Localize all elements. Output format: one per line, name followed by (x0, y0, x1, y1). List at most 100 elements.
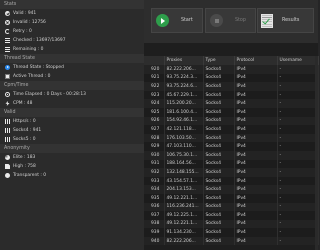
row-index: 925 (144, 107, 165, 117)
retry-stat: Retry : 0 (0, 27, 144, 36)
table-row[interactable]: 924 115.200.20... Socks4 IPv4- (144, 99, 319, 108)
username-cell: - (277, 236, 319, 246)
table-row[interactable]: 938 49.12.221.1... Socks4 IPv4- (144, 219, 319, 229)
username-cell: - (277, 99, 319, 108)
table-row[interactable]: 933 43.154.57.1... Socks4 IPv4- (144, 176, 319, 186)
table-row[interactable]: 928 176.103.50... Socks4 IPv4- (144, 133, 319, 143)
username-cell: - (277, 116, 319, 126)
username-cell: - (277, 65, 319, 74)
col-header-index[interactable] (144, 56, 165, 65)
table-row[interactable]: 935 49.12.221.1... Socks4 IPv4- (144, 193, 319, 203)
type-cell: Socks4 (203, 99, 235, 108)
toolbar: Start Stop Results (144, 0, 318, 43)
type-cell: Socks4 (203, 193, 235, 203)
proxy-cell: 176.103.50... (164, 133, 204, 143)
col-header-protocol[interactable]: Protocol (234, 56, 278, 65)
bars-icon (5, 119, 10, 124)
invalid-stat: Invalid : 12756 (0, 18, 144, 27)
row-index: 935 (144, 193, 165, 203)
username-cell: - (277, 142, 319, 151)
protocol-cell: IPv4 (234, 150, 278, 160)
username-cell: - (277, 107, 319, 117)
time-elapsed-stat: Time Elapsed : 0 Days - 00:28:13 (0, 90, 144, 99)
proxy-cell: 132.148.155... (164, 168, 204, 177)
protocol-cell: IPv4 (234, 107, 278, 117)
table-row[interactable]: 921 93.75.224.3... Socks4 IPv4- (144, 73, 319, 83)
type-cell: Socks4 (203, 202, 235, 212)
protocol-cell: IPv4 (234, 142, 278, 151)
col-header-type[interactable]: Type (203, 56, 235, 65)
row-index: 928 (144, 133, 165, 143)
username-cell: - (277, 211, 319, 220)
elite-stat: Elite : 183 (0, 153, 144, 162)
type-cell: Socks4 (203, 82, 235, 91)
type-cell: Socks4 (203, 219, 235, 229)
window-icon (5, 74, 10, 79)
proxy-cell: 93.75.224.6... (164, 82, 204, 91)
table-row[interactable]: 920 82.222.206... Socks4 IPv4- (144, 65, 319, 74)
type-cell: Socks4 (203, 159, 235, 169)
results-button[interactable]: Results (257, 8, 314, 33)
username-cell: - (277, 202, 319, 212)
proxy-cell: 49.12.221.1... (164, 193, 204, 203)
table-row[interactable]: 939 91.134.230... Socks4 IPv4- (144, 228, 319, 237)
row-index: 938 (144, 219, 165, 229)
stop-button[interactable]: Stop (205, 8, 256, 33)
protocol-cell: IPv4 (234, 82, 278, 91)
protocol-cell: IPv4 (234, 168, 278, 177)
type-cell: Socks4 (203, 90, 235, 100)
protocol-cell: IPv4 (234, 211, 278, 220)
transparent-stat: Transparent : 0 (0, 171, 144, 180)
table-row[interactable]: 936 116.236.241... Socks4 IPv4- (144, 202, 319, 212)
table-row[interactable]: 931 188.164.56... Socks4 IPv4- (144, 159, 319, 169)
protocol-cell: IPv4 (234, 133, 278, 143)
table-row[interactable]: 934 204.13.153... Socks4 IPv4- (144, 185, 319, 194)
type-cell: Socks4 (203, 65, 235, 74)
username-cell: - (277, 73, 319, 83)
cpm-stat: CPM : 48 (0, 99, 144, 108)
list-icon (5, 47, 10, 52)
proxy-cell: 106.75.30.1... (164, 150, 204, 160)
row-index: 923 (144, 90, 165, 100)
table-row[interactable]: 922 93.75.224.6... Socks4 IPv4- (144, 82, 319, 91)
checked-stat: Checked : 13697/13697 (0, 36, 144, 45)
row-index: 920 (144, 65, 165, 74)
table-row[interactable]: 930 106.75.30.1... Socks4 IPv4- (144, 150, 319, 160)
type-cell: Socks4 (203, 125, 235, 134)
proxy-cell: 204.13.153... (164, 185, 204, 194)
proxy-cell: 115.200.20... (164, 99, 204, 108)
proxy-cell: 154.92.46.1... (164, 116, 204, 126)
proxy-cell: 47.103.110... (164, 142, 204, 151)
col-header-username[interactable]: Username (277, 56, 319, 65)
table-row[interactable]: 929 47.103.110... Socks4 IPv4- (144, 142, 319, 151)
username-cell: - (277, 228, 319, 237)
proxy-table[interactable]: Proxies Type Protocol Username 920 82.222… (144, 56, 319, 246)
vertical-scrollbar[interactable] (315, 56, 318, 250)
protocol-cell: IPv4 (234, 219, 278, 229)
user-icon (5, 173, 10, 178)
protocol-cell: IPv4 (234, 228, 278, 237)
col-header-proxies[interactable]: Proxies (164, 56, 204, 65)
table-row[interactable]: 932 132.148.155... Socks4 IPv4- (144, 168, 319, 177)
proxy-cell: 42.121.118... (164, 125, 204, 134)
table-row[interactable]: 937 49.12.225.1... Socks4 IPv4- (144, 211, 319, 220)
thread-state-stat: Thread State : Stopped (0, 63, 144, 72)
proxy-cell: 45.67.229.1... (164, 90, 204, 100)
proxy-cell: 49.12.225.1... (164, 211, 204, 220)
play-icon (156, 14, 169, 27)
row-index: 931 (144, 159, 165, 169)
table-row[interactable]: 940 82.222.206... Socks4 IPv4- (144, 236, 319, 246)
table-header-row: Proxies Type Protocol Username (144, 56, 319, 65)
table-row[interactable]: 925 181.6.100.4... Socks4 IPv4- (144, 107, 319, 117)
type-cell: Socks4 (203, 211, 235, 220)
table-row[interactable]: 923 45.67.229.1... Socks4 IPv4- (144, 90, 319, 100)
document-icon (5, 164, 10, 169)
row-index: 932 (144, 168, 165, 177)
start-button[interactable]: Start (151, 8, 203, 33)
row-index: 924 (144, 99, 165, 108)
table-row[interactable]: 927 42.121.118... Socks4 IPv4- (144, 125, 319, 134)
type-cell: Socks4 (203, 228, 235, 237)
table-row[interactable]: 926 154.92.46.1... Socks4 IPv4- (144, 116, 319, 126)
proxy-cell: 82.222.206... (164, 236, 204, 246)
proxy-cell: 93.75.224.3... (164, 73, 204, 83)
